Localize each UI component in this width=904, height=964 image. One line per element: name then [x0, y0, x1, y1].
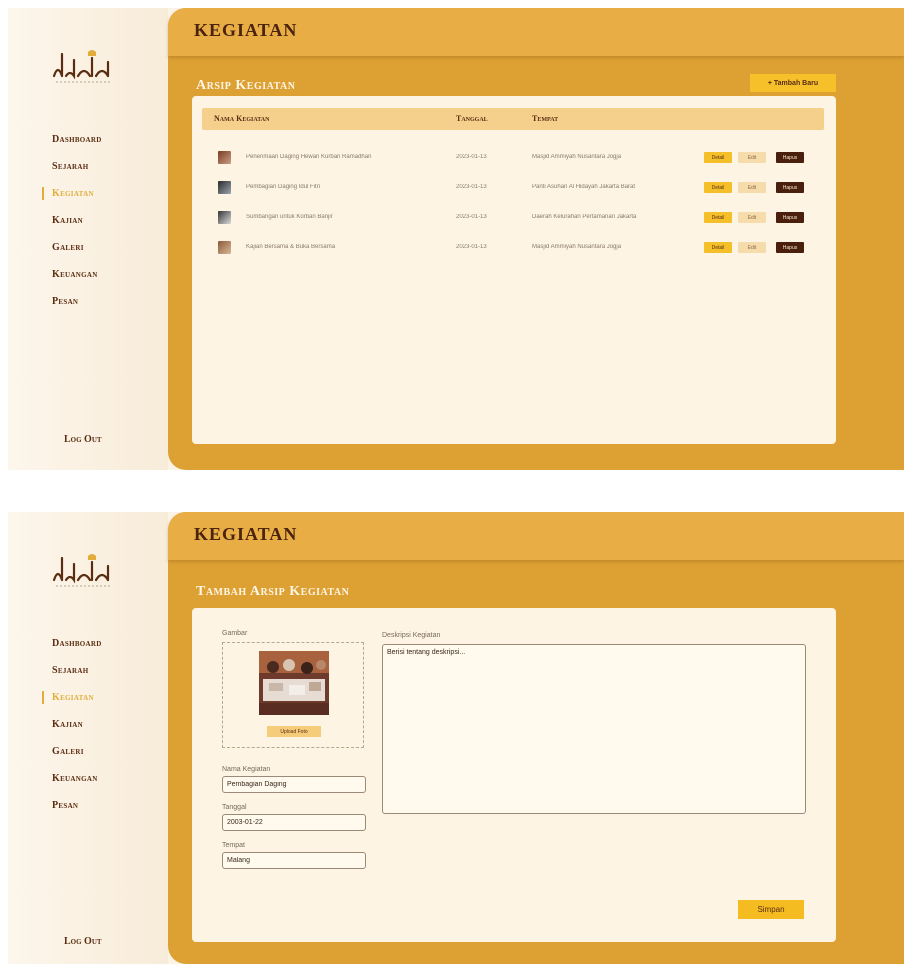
sidebar-item-galeri[interactable]: Galeri	[8, 738, 168, 765]
table-row: Pembagian Daging Idul Fitri 2023-01-13 P…	[192, 174, 836, 204]
column-header-date: Tanggal	[456, 114, 488, 123]
sidebar: Dashboard Sejarah Kegiatan Kajian Galeri…	[8, 8, 168, 470]
sidebar: Dashboard Sejarah Kegiatan Kajian Galeri…	[8, 512, 168, 964]
main-panel: KEGIATAN Arsip Kegiatan + Tambah Baru Na…	[168, 8, 904, 470]
archive-table-card: Nama Kegiatan Tanggal Tempat Penerimaan …	[192, 96, 836, 444]
edit-button[interactable]: Edit	[738, 152, 766, 163]
row-date: 2023-01-13	[456, 214, 487, 220]
row-name: Kajian Bersama & Buka Bersama	[246, 244, 336, 250]
sidebar-item-pesan[interactable]: Pesan	[8, 288, 168, 315]
delete-button[interactable]: Hapus	[776, 152, 804, 163]
image-label: Gambar	[222, 630, 248, 637]
row-name: Sumbangan untuk Korban Banjir	[246, 214, 333, 220]
activity-thumbnail	[218, 241, 231, 254]
row-place: Masjid Ammiyah Nusantara Jogja	[532, 154, 622, 160]
row-name: Penerimaan Daging Hewan Kurban Ramadhan	[246, 154, 372, 160]
activity-thumbnail	[218, 181, 231, 194]
section-title: Arsip Kegiatan	[196, 78, 296, 93]
sidebar-item-pesan[interactable]: Pesan	[8, 792, 168, 819]
sidebar-item-keuangan[interactable]: Keuangan	[8, 261, 168, 288]
sidebar-item-keuangan[interactable]: Keuangan	[8, 765, 168, 792]
edit-button[interactable]: Edit	[738, 182, 766, 193]
mosque-calligraphy-logo-icon	[52, 554, 110, 587]
mosque-logo[interactable]	[48, 46, 118, 88]
delete-button[interactable]: Hapus	[776, 212, 804, 223]
sidebar-item-sejarah[interactable]: Sejarah	[8, 657, 168, 684]
detail-button[interactable]: Detail	[704, 182, 732, 193]
sidebar-item-dashboard[interactable]: Dashboard	[8, 630, 168, 657]
date-label: Tanggal	[222, 804, 247, 811]
save-button[interactable]: Simpan	[738, 900, 804, 919]
main-panel: KEGIATAN Tambah Arsip Kegiatan Gambar Up…	[168, 512, 904, 964]
table-header: Nama Kegiatan Tanggal Tempat	[202, 108, 824, 130]
sidebar-item-kajian[interactable]: Kajian	[8, 711, 168, 738]
delete-button[interactable]: Hapus	[776, 242, 804, 253]
sidebar-nav: Dashboard Sejarah Kegiatan Kajian Galeri…	[8, 630, 168, 819]
archive-list-screen: Dashboard Sejarah Kegiatan Kajian Galeri…	[8, 8, 904, 470]
table-row: Sumbangan untuk Korban Banjir 2023-01-13…	[192, 204, 836, 234]
mosque-calligraphy-logo-icon	[52, 50, 110, 83]
detail-button[interactable]: Detail	[704, 212, 732, 223]
column-header-place: Tempat	[532, 114, 559, 123]
activity-thumbnail	[218, 151, 231, 164]
date-input[interactable]	[222, 814, 366, 831]
column-header-name: Nama Kegiatan	[214, 114, 270, 123]
edit-button[interactable]: Edit	[738, 212, 766, 223]
page-title: KEGIATAN	[194, 524, 298, 544]
place-label: Tempat	[222, 842, 245, 849]
detail-button[interactable]: Detail	[704, 152, 732, 163]
activity-thumbnail	[218, 211, 231, 224]
topbar: KEGIATAN	[168, 8, 904, 56]
section-title: Tambah Arsip Kegiatan	[196, 584, 350, 599]
description-label: Deskripsi Kegiatan	[382, 632, 441, 639]
logout-link[interactable]: Log Out	[64, 434, 102, 445]
add-archive-form: Gambar Upload Foto Nama Kegiatan Pembagi…	[192, 608, 836, 942]
description-textarea[interactable]	[382, 644, 806, 814]
page-title: KEGIATAN	[194, 20, 298, 40]
sidebar-item-dashboard[interactable]: Dashboard	[8, 126, 168, 153]
sidebar-item-kajian[interactable]: Kajian	[8, 207, 168, 234]
activity-name-input[interactable]	[222, 776, 366, 793]
activity-photo	[259, 651, 329, 715]
row-date: 2023-01-13	[456, 184, 487, 190]
sidebar-item-galeri[interactable]: Galeri	[8, 234, 168, 261]
image-upload-area[interactable]: Upload Foto	[222, 642, 364, 748]
add-archive-screen: Dashboard Sejarah Kegiatan Kajian Galeri…	[8, 512, 904, 964]
topbar: KEGIATAN	[168, 512, 904, 560]
activity-name-label: Nama Kegiatan	[222, 766, 271, 773]
delete-button[interactable]: Hapus	[776, 182, 804, 193]
row-place: Masjid Ammiyah Nusantara Jogja	[532, 244, 622, 250]
sidebar-item-kegiatan[interactable]: Kegiatan	[8, 180, 168, 207]
upload-photo-button[interactable]: Upload Foto	[267, 726, 321, 737]
logout-link[interactable]: Log Out	[64, 936, 102, 947]
mosque-logo[interactable]	[48, 550, 118, 592]
sidebar-item-sejarah[interactable]: Sejarah	[8, 153, 168, 180]
row-date: 2023-01-13	[456, 244, 487, 250]
row-place: Panti Asuhan Al Hidayah Jakarta Barat	[532, 184, 636, 190]
sidebar-item-kegiatan[interactable]: Kegiatan	[8, 684, 168, 711]
sidebar-nav: Dashboard Sejarah Kegiatan Kajian Galeri…	[8, 126, 168, 315]
place-input[interactable]	[222, 852, 366, 869]
row-name: Pembagian Daging Idul Fitri	[246, 184, 321, 190]
add-new-button[interactable]: + Tambah Baru	[750, 74, 836, 92]
table-row: Penerimaan Daging Hewan Kurban Ramadhan …	[192, 144, 836, 174]
detail-button[interactable]: Detail	[704, 242, 732, 253]
row-date: 2023-01-13	[456, 154, 487, 160]
table-row: Kajian Bersama & Buka Bersama 2023-01-13…	[192, 234, 836, 264]
edit-button[interactable]: Edit	[738, 242, 766, 253]
row-place: Daerah Kelurahan Pertamanan Jakarta	[532, 214, 637, 220]
